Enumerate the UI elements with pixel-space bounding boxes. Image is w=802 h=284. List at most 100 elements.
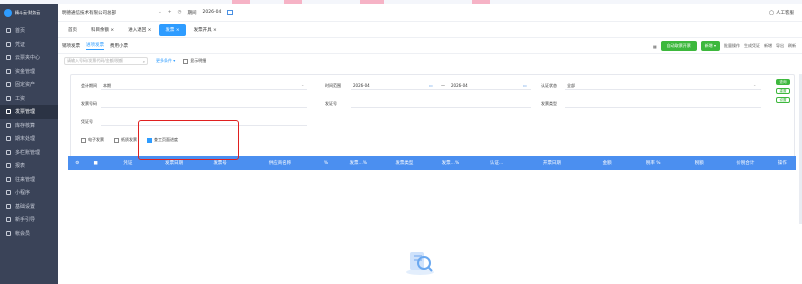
subtab-sales[interactable]: 销项发票: [62, 43, 80, 49]
sidebar-item-folder[interactable]: 云票夹中心: [0, 51, 58, 65]
more-filter-button[interactable]: 更多条件 ▾: [156, 58, 175, 64]
col-operation[interactable]: 操作: [768, 160, 796, 166]
col-tax[interactable]: 税额: [676, 160, 722, 166]
sidebar: 精斗云·财务云 首页 凭证 云票夹中心 资金管理 固定资产 工资 发票管理 库存…: [0, 4, 58, 284]
chevron-down-icon[interactable]: ⌄: [158, 10, 162, 15]
subtab-receipt[interactable]: 费用小票: [110, 43, 128, 49]
sidebar-item-ledger[interactable]: 多栏账管理: [0, 146, 58, 160]
col-supplier[interactable]: 供应商名称: [243, 160, 317, 166]
sidebar-item-settings[interactable]: 基础设置: [0, 200, 58, 214]
col-total[interactable]: 价税合计: [722, 160, 768, 166]
headset-icon: ◯: [768, 10, 774, 16]
batch-op-button[interactable]: 批量操作: [724, 43, 740, 49]
auto-fetch-button[interactable]: 自动取票开票: [660, 41, 697, 51]
date-range-label: 时间范围: [325, 83, 341, 88]
add-icon[interactable]: +: [168, 10, 172, 15]
brand-logo: 精斗云·财务云: [0, 4, 58, 22]
add-dropdown-button[interactable]: 新增 ▾: [700, 41, 720, 51]
sidebar-item-salary[interactable]: 工资: [0, 92, 58, 106]
select-all-checkbox[interactable]: ■: [86, 161, 104, 166]
sidebar-item-guide[interactable]: 新手引导: [0, 213, 58, 227]
logo-mark-icon: [4, 9, 12, 17]
sidebar-item-miniapp[interactable]: 小程序: [0, 186, 58, 200]
search-input[interactable]: 请输入号码/发票代码/金额/税额 ⌕: [64, 57, 148, 65]
invoice-type-label: 发票类型: [541, 101, 557, 106]
sidebar-item-voucher[interactable]: 凭证: [0, 38, 58, 52]
invoice-type-field[interactable]: [565, 107, 761, 108]
date-start[interactable]: 2026-04: [353, 83, 370, 88]
subtab-purchase[interactable]: 进项发票: [86, 42, 104, 50]
invoice-icon: [6, 109, 11, 115]
new-button[interactable]: 新增: [764, 43, 772, 49]
col-amount[interactable]: 金额: [584, 160, 630, 166]
calendar-icon[interactable]: ▭: [429, 83, 433, 88]
ledger-icon: [6, 149, 11, 155]
refresh-button[interactable]: 刷新: [788, 43, 796, 49]
col-tax-rate[interactable]: 税率 %: [630, 160, 676, 166]
checkbox-icon: [114, 137, 119, 143]
sub-tab-bar: 销项发票 进项发票 费用小票 ▦ 自动取票开票 新增 ▾ 批量操作 生成凭证 新…: [58, 38, 802, 54]
export-button[interactable]: 导出: [776, 43, 784, 49]
tab-home[interactable]: 首页: [62, 24, 83, 36]
chevron-down-icon[interactable]: ⌄: [753, 82, 756, 87]
calendar-icon[interactable]: ▭: [523, 83, 527, 88]
grid-icon[interactable]: ▦: [653, 44, 657, 49]
invoice-code-label: 发证号: [325, 101, 337, 106]
sidebar-menu: 首页 凭证 云票夹中心 资金管理 固定资产 工资 发票管理 库存核算 期末处理 …: [0, 22, 58, 240]
col-percent[interactable]: %: [317, 161, 335, 166]
settings-gear-icon[interactable]: ⚙: [68, 161, 86, 166]
col-invoice-pct2[interactable]: 发票...%: [427, 160, 473, 166]
settings-button[interactable]: 设置: [776, 97, 790, 103]
col-invoice-pct[interactable]: 发票...%: [335, 160, 381, 166]
sidebar-item-inventory[interactable]: 库存核算: [0, 119, 58, 133]
tab-invoice[interactable]: 发票 ×: [159, 23, 186, 36]
invoice-code-field[interactable]: [351, 107, 531, 108]
customer-service-button[interactable]: ◯ 人工客服: [768, 10, 794, 17]
calendar-icon[interactable]: [227, 10, 234, 15]
invoice-number-field[interactable]: [101, 107, 307, 108]
sidebar-item-report[interactable]: 报表: [0, 159, 58, 173]
checkbox-icon: [183, 58, 189, 64]
tab-return[interactable]: 进入退回 ×: [122, 24, 157, 36]
date-end[interactable]: 2026-04: [451, 83, 468, 88]
col-invoice-no[interactable]: 发票号: [197, 160, 243, 166]
sidebar-item-fund[interactable]: 资金管理: [0, 65, 58, 79]
asset-icon: [6, 82, 11, 88]
contact-icon: [6, 176, 11, 182]
divider: [101, 89, 307, 90]
sidebar-item-invoice[interactable]: 发票管理: [0, 105, 58, 119]
col-voucher[interactable]: 凭证: [105, 160, 151, 166]
miniapp-icon: [6, 190, 11, 196]
show-detail-checkbox[interactable]: 显示明细: [183, 58, 206, 64]
voucher-number-label: 凭证号: [81, 119, 93, 124]
search-row: 请输入号码/发票代码/金额/税额 ⌕ 更多条件 ▾ 显示明细: [58, 54, 802, 68]
paper-invoice-checkbox[interactable]: 纸质发票: [114, 137, 137, 143]
guide-icon: [6, 217, 11, 223]
search-icon[interactable]: ⌕: [143, 59, 145, 64]
sidebar-item-vip[interactable]: 帐会员: [0, 227, 58, 241]
col-invoice-type[interactable]: 发票类型: [381, 160, 427, 166]
tab-invoice-issue[interactable]: 发票开具 ×: [188, 24, 223, 36]
reset-button[interactable]: 重置: [776, 88, 790, 94]
empty-data-icon: [406, 252, 434, 275]
toolbar-actions: ▦ 自动取票开票 新增 ▾ 批量操作 生成凭证 新增 导出 刷新: [653, 41, 796, 51]
col-invoice-date[interactable]: 发票日期: [151, 160, 197, 166]
sidebar-item-contact[interactable]: 往来管理: [0, 173, 58, 187]
chevron-down-icon[interactable]: ⌄: [301, 82, 304, 87]
sidebar-item-asset[interactable]: 固定资产: [0, 78, 58, 92]
col-issue-date[interactable]: 开票日期: [520, 160, 585, 166]
query-button[interactable]: 查询: [776, 79, 790, 85]
tab-balance[interactable]: 科目余额 ×: [85, 24, 120, 36]
sidebar-item-home[interactable]: 首页: [0, 24, 58, 38]
sidebar-item-period-end[interactable]: 期末处理: [0, 132, 58, 146]
tab-bar: 首页 科目余额 × 进入退回 × 发票 × 发票开具 ×: [58, 22, 802, 38]
date-separator: —: [441, 83, 445, 88]
top-bar: 明德通信技术有限公司总部 ⌄ + ◷ 期间 2026-04 ◯ 人工客服: [58, 4, 802, 22]
auth-status-label: 认证状态: [541, 83, 557, 88]
company-name[interactable]: 明德通信技术有限公司总部: [62, 10, 152, 16]
electronic-invoice-checkbox[interactable]: 电子发票: [81, 137, 104, 143]
period-value[interactable]: 2026-04: [203, 10, 222, 15]
checkbox-icon: [81, 137, 86, 143]
gen-voucher-button[interactable]: 生成凭证: [744, 43, 760, 49]
col-auth[interactable]: 认证...: [474, 160, 520, 166]
